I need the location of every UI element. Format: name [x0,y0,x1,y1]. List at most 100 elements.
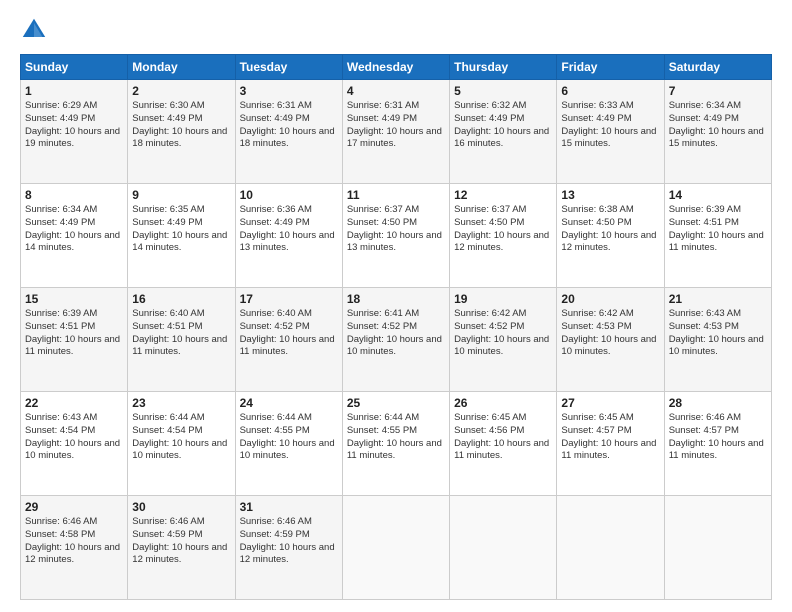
calendar-cell: 30Sunrise: 6:46 AMSunset: 4:59 PMDayligh… [128,496,235,600]
calendar-week-row: 15 Sunrise: 6:39 AMSunset: 4:51 PMDayligh… [21,288,772,392]
day-number: 16 [132,292,230,306]
day-number: 19 [454,292,552,306]
day-info: Sunrise: 6:44 AMSunset: 4:55 PMDaylight:… [347,412,445,463]
weekday-header-friday: Friday [557,55,664,80]
calendar-cell: 16 Sunrise: 6:40 AMSunset: 4:51 PMDayligh… [128,288,235,392]
calendar-cell: 26 Sunrise: 6:45 AMSunset: 4:56 PMDayligh… [450,392,557,496]
day-number: 9 [132,188,230,202]
calendar-cell: 8Sunrise: 6:34 AMSunset: 4:49 PMDaylight… [21,184,128,288]
day-info: Sunrise: 6:36 AMSunset: 4:49 PMDaylight:… [240,204,338,255]
day-info: Sunrise: 6:33 AMSunset: 4:49 PMDaylight:… [561,100,659,151]
calendar-cell: 13Sunrise: 6:38 AMSunset: 4:50 PMDayligh… [557,184,664,288]
calendar-cell: 4 Sunrise: 6:31 AMSunset: 4:49 PMDaylight… [342,80,449,184]
day-info: Sunrise: 6:44 AMSunset: 4:55 PMDaylight:… [240,412,338,463]
day-info: Sunrise: 6:42 AMSunset: 4:53 PMDaylight:… [561,308,659,359]
day-number: 14 [669,188,767,202]
calendar-week-row: 1 Sunrise: 6:29 AMSunset: 4:49 PMDaylight… [21,80,772,184]
day-number: 27 [561,396,659,410]
day-number: 11 [347,188,445,202]
day-info: Sunrise: 6:41 AMSunset: 4:52 PMDaylight:… [347,308,445,359]
day-info: Sunrise: 6:46 AMSunset: 4:58 PMDaylight:… [25,516,123,567]
day-info: Sunrise: 6:40 AMSunset: 4:51 PMDaylight:… [132,308,230,359]
calendar-cell: 17Sunrise: 6:40 AMSunset: 4:52 PMDayligh… [235,288,342,392]
day-info: Sunrise: 6:31 AMSunset: 4:49 PMDaylight:… [347,100,445,151]
day-info: Sunrise: 6:46 AMSunset: 4:59 PMDaylight:… [240,516,338,567]
day-info: Sunrise: 6:31 AMSunset: 4:49 PMDaylight:… [240,100,338,151]
day-info: Sunrise: 6:32 AMSunset: 4:49 PMDaylight:… [454,100,552,151]
calendar-cell: 22 Sunrise: 6:43 AMSunset: 4:54 PMDayligh… [21,392,128,496]
calendar-week-row: 8Sunrise: 6:34 AMSunset: 4:49 PMDaylight… [21,184,772,288]
calendar-cell: 29 Sunrise: 6:46 AMSunset: 4:58 PMDayligh… [21,496,128,600]
calendar-cell: 10 Sunrise: 6:36 AMSunset: 4:49 PMDayligh… [235,184,342,288]
calendar-cell: 5 Sunrise: 6:32 AMSunset: 4:49 PMDaylight… [450,80,557,184]
day-number: 6 [561,84,659,98]
calendar-cell: 15 Sunrise: 6:39 AMSunset: 4:51 PMDayligh… [21,288,128,392]
weekday-header-thursday: Thursday [450,55,557,80]
day-number: 7 [669,84,767,98]
calendar-cell: 27Sunrise: 6:45 AMSunset: 4:57 PMDayligh… [557,392,664,496]
logo-icon [20,16,48,44]
day-number: 4 [347,84,445,98]
calendar-cell: 7 Sunrise: 6:34 AMSunset: 4:49 PMDaylight… [664,80,771,184]
calendar-cell: 21 Sunrise: 6:43 AMSunset: 4:53 PMDayligh… [664,288,771,392]
weekday-header-sunday: Sunday [21,55,128,80]
day-number: 24 [240,396,338,410]
calendar-cell [450,496,557,600]
day-number: 3 [240,84,338,98]
day-info: Sunrise: 6:43 AMSunset: 4:54 PMDaylight:… [25,412,123,463]
logo [20,16,52,44]
day-number: 12 [454,188,552,202]
day-info: Sunrise: 6:30 AMSunset: 4:49 PMDaylight:… [132,100,230,151]
day-number: 22 [25,396,123,410]
day-info: Sunrise: 6:45 AMSunset: 4:56 PMDaylight:… [454,412,552,463]
day-number: 25 [347,396,445,410]
day-info: Sunrise: 6:42 AMSunset: 4:52 PMDaylight:… [454,308,552,359]
day-number: 8 [25,188,123,202]
day-number: 5 [454,84,552,98]
day-number: 28 [669,396,767,410]
day-info: Sunrise: 6:29 AMSunset: 4:49 PMDaylight:… [25,100,123,151]
calendar-cell [342,496,449,600]
calendar-cell [557,496,664,600]
day-number: 30 [132,500,230,514]
weekday-header-tuesday: Tuesday [235,55,342,80]
day-number: 18 [347,292,445,306]
calendar-cell: 9 Sunrise: 6:35 AMSunset: 4:49 PMDaylight… [128,184,235,288]
calendar-cell: 19 Sunrise: 6:42 AMSunset: 4:52 PMDayligh… [450,288,557,392]
calendar-cell: 18 Sunrise: 6:41 AMSunset: 4:52 PMDayligh… [342,288,449,392]
day-number: 23 [132,396,230,410]
weekday-header-saturday: Saturday [664,55,771,80]
day-info: Sunrise: 6:34 AMSunset: 4:49 PMDaylight:… [669,100,767,151]
day-number: 2 [132,84,230,98]
day-info: Sunrise: 6:39 AMSunset: 4:51 PMDaylight:… [25,308,123,359]
day-number: 1 [25,84,123,98]
weekday-header-wednesday: Wednesday [342,55,449,80]
weekday-header-monday: Monday [128,55,235,80]
day-number: 26 [454,396,552,410]
day-info: Sunrise: 6:44 AMSunset: 4:54 PMDaylight:… [132,412,230,463]
calendar-cell: 12Sunrise: 6:37 AMSunset: 4:50 PMDayligh… [450,184,557,288]
calendar-cell: 25 Sunrise: 6:44 AMSunset: 4:55 PMDayligh… [342,392,449,496]
calendar-cell: 24 Sunrise: 6:44 AMSunset: 4:55 PMDayligh… [235,392,342,496]
calendar-cell: 14 Sunrise: 6:39 AMSunset: 4:51 PMDayligh… [664,184,771,288]
calendar-cell: 31 Sunrise: 6:46 AMSunset: 4:59 PMDayligh… [235,496,342,600]
calendar-cell: 1 Sunrise: 6:29 AMSunset: 4:49 PMDaylight… [21,80,128,184]
calendar-cell: 20 Sunrise: 6:42 AMSunset: 4:53 PMDayligh… [557,288,664,392]
day-info: Sunrise: 6:35 AMSunset: 4:49 PMDaylight:… [132,204,230,255]
day-info: Sunrise: 6:43 AMSunset: 4:53 PMDaylight:… [669,308,767,359]
calendar-cell: 28 Sunrise: 6:46 AMSunset: 4:57 PMDayligh… [664,392,771,496]
day-number: 15 [25,292,123,306]
calendar-cell: 6 Sunrise: 6:33 AMSunset: 4:49 PMDaylight… [557,80,664,184]
calendar-week-row: 22 Sunrise: 6:43 AMSunset: 4:54 PMDayligh… [21,392,772,496]
day-number: 20 [561,292,659,306]
day-number: 10 [240,188,338,202]
day-info: Sunrise: 6:46 AMSunset: 4:57 PMDaylight:… [669,412,767,463]
day-number: 31 [240,500,338,514]
day-number: 13 [561,188,659,202]
day-info: Sunrise: 6:37 AMSunset: 4:50 PMDaylight:… [347,204,445,255]
day-number: 29 [25,500,123,514]
day-info: Sunrise: 6:39 AMSunset: 4:51 PMDaylight:… [669,204,767,255]
calendar-cell: 23 Sunrise: 6:44 AMSunset: 4:54 PMDayligh… [128,392,235,496]
day-number: 21 [669,292,767,306]
calendar-header-row: SundayMondayTuesdayWednesdayThursdayFrid… [21,55,772,80]
